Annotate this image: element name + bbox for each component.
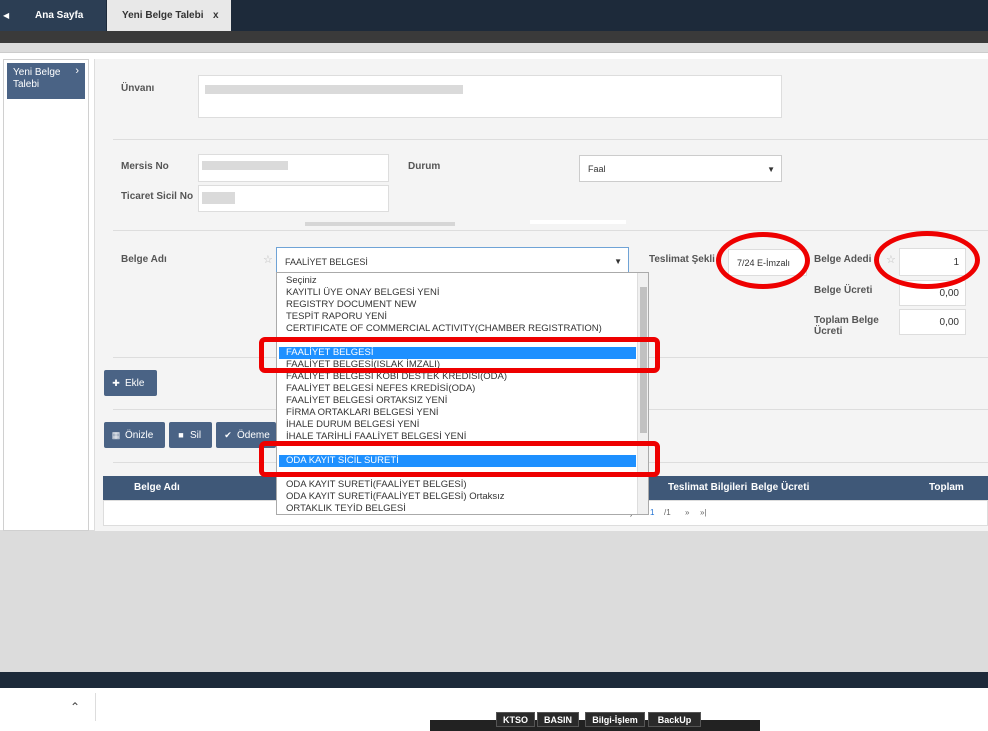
- tab-close-icon[interactable]: x: [213, 0, 219, 31]
- sidebar-item-label: Yeni Belge Talebi: [13, 67, 61, 90]
- mersis-label: Mersis No: [121, 161, 169, 172]
- top-tab-bar: ◀ Ana Sayfa Yeni Belge Talebi x: [0, 0, 988, 31]
- ekle-label: Ekle: [125, 378, 145, 389]
- belge-ucreti-label: Belge Ücreti: [814, 285, 873, 296]
- durum-label: Durum: [408, 161, 441, 172]
- annotation-box-oda-kayit: [259, 441, 660, 477]
- tab-ana-sayfa[interactable]: Ana Sayfa: [20, 0, 106, 31]
- tab-ana-sayfa-label: Ana Sayfa: [35, 10, 84, 21]
- toplam-ucret-label: Toplam Belge Ücreti: [814, 315, 879, 337]
- document-icon: ▦: [111, 430, 121, 440]
- tab-yeni-belge-talebi[interactable]: Yeni Belge Talebi x: [107, 0, 231, 31]
- unvan-textarea[interactable]: [198, 75, 782, 118]
- odeme-label: Ödeme: [237, 430, 270, 441]
- redacted-text: [202, 192, 235, 204]
- taskbar-basin-button[interactable]: BASIN: [537, 712, 579, 727]
- taskbar: ⌃ KTSO BASIN Bilgi-İşlem BackUp: [0, 688, 988, 731]
- sil-button[interactable]: ■ Sil: [169, 422, 212, 448]
- taskbar-ktso-button[interactable]: KTSO: [496, 712, 535, 727]
- cropped-text: [530, 220, 626, 224]
- dropdown-scrollbar[interactable]: [637, 273, 648, 514]
- dropdown-option[interactable]: Seçiniz: [286, 275, 317, 287]
- ticaret-sicil-label: Ticaret Sicil No: [121, 191, 194, 202]
- dropdown-option[interactable]: İHALE DURUM BELGESİ YENİ: [286, 419, 419, 431]
- trash-icon: ■: [178, 430, 184, 440]
- pager-total: /1: [664, 508, 671, 517]
- toplam-ucret-input: 0,00: [899, 309, 966, 335]
- tab-active-label: Yeni Belge Talebi: [122, 10, 204, 21]
- dropdown-option[interactable]: ODA KAYIT SURETİ(FAALİYET BELGESİ) Ortak…: [286, 491, 505, 503]
- dropdown-option[interactable]: REGISTRY DOCUMENT NEW: [286, 299, 416, 311]
- dropdown-option[interactable]: KAYITLI ÜYE ONAY BELGESİ YENİ: [286, 287, 439, 299]
- dropdown-option[interactable]: FAALİYET BELGESİ NEFES KREDİSİ(ODA): [286, 383, 475, 395]
- taskbar-backup-button[interactable]: BackUp: [648, 712, 701, 727]
- footer-bar: [0, 672, 988, 688]
- belge-adi-label: Belge Adı: [121, 254, 167, 265]
- plus-icon: ✚: [112, 378, 120, 388]
- tab-scroll-left-icon[interactable]: ◀: [0, 0, 20, 31]
- ticaret-sicil-input[interactable]: [198, 185, 389, 212]
- divider: [113, 230, 988, 231]
- unvan-label: Ünvanı: [121, 83, 155, 94]
- divider: [95, 693, 96, 721]
- ekle-button[interactable]: ✚ Ekle: [104, 370, 157, 396]
- cropped-text: [305, 222, 455, 226]
- dropdown-option[interactable]: ODA KAYIT SURETİ(FAALİYET BELGESİ): [286, 479, 467, 491]
- onizle-label: Önizle: [125, 430, 154, 441]
- dropdown-option[interactable]: TESPİT RAPORU YENİ: [286, 311, 387, 323]
- annotation-oval-teslimat: [716, 232, 810, 289]
- chevron-right-icon: ›: [75, 65, 79, 77]
- mersis-input[interactable]: [198, 154, 389, 182]
- dropdown-option[interactable]: ORTAKLIK TEYİD BELGESİ: [286, 503, 406, 514]
- redacted-text: [202, 161, 288, 170]
- chevron-up-icon[interactable]: ⌃: [70, 700, 80, 714]
- dropdown-option[interactable]: FİRMA ORTAKLARI BELGESİ YENİ: [286, 407, 439, 419]
- sub-bar: [0, 31, 988, 43]
- left-panel: Yeni Belge Talebi ›: [3, 59, 89, 531]
- pager-last-icon[interactable]: »|: [700, 508, 707, 517]
- dropdown-option[interactable]: CERTIFICATE OF COMMERCIAL ACTIVITY(CHAMB…: [286, 323, 602, 335]
- annotation-oval-adet: [874, 231, 980, 289]
- pager-page[interactable]: 1: [650, 508, 654, 517]
- annotation-box-faaliyet: [259, 337, 660, 373]
- sil-label: Sil: [190, 430, 202, 441]
- col-belge-ucreti[interactable]: Belge Ücreti: [751, 476, 809, 500]
- col-teslimat-bilgileri[interactable]: Teslimat Bilgileri: [668, 476, 747, 500]
- col-belge-adi[interactable]: Belge Adı: [134, 476, 180, 500]
- belge-adi-select[interactable]: FAALİYET BELGESİ ▼: [276, 247, 629, 275]
- durum-value: Faal: [588, 164, 606, 174]
- star-icon[interactable]: ☆: [263, 253, 273, 266]
- check-icon: ✔: [224, 430, 232, 440]
- sidebar-item-yeni-belge-talebi[interactable]: Yeni Belge Talebi ›: [7, 63, 85, 99]
- belge-adi-value: FAALİYET BELGESİ: [285, 257, 368, 267]
- belge-adedi-label: Belge Adedi: [814, 254, 872, 265]
- divider: [113, 139, 988, 140]
- belge-adi-dropdown-list[interactable]: Seçiniz KAYITLI ÜYE ONAY BELGESİ YENİ RE…: [276, 272, 649, 515]
- taskbar-bilgi-islem-button[interactable]: Bilgi-İşlem: [585, 712, 645, 727]
- redacted-text: [205, 85, 463, 94]
- teslimat-label: Teslimat Şekli: [649, 254, 715, 265]
- dropdown-option[interactable]: FAALİYET BELGESİ ORTAKSIZ YENİ: [286, 395, 447, 407]
- pager-next-icon[interactable]: »: [685, 508, 689, 517]
- caret-down-icon: ▼: [767, 165, 775, 174]
- onizle-button[interactable]: ▦ Önizle: [104, 422, 165, 448]
- durum-select[interactable]: Faal ▼: [579, 155, 782, 182]
